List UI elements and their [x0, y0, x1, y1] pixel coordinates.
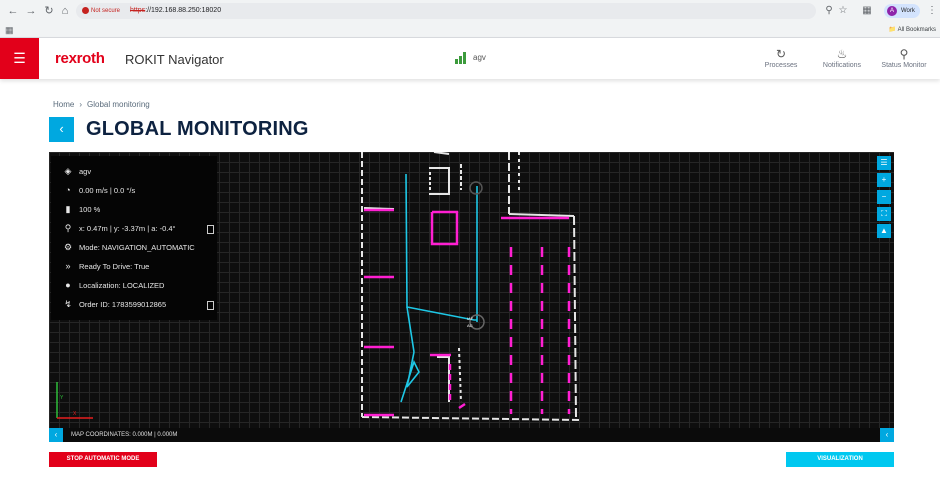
info-pose: x: 0.47m | y: -3.37m | a: -0.4° [79, 224, 176, 233]
breadcrumb-current: Global monitoring [87, 100, 150, 109]
avatar: A [887, 6, 897, 16]
app-title: ROKIT Navigator [125, 52, 224, 67]
info-order-row: ↯ Order ID: 1783599012865 [61, 297, 166, 311]
route-icon: ↯ [64, 299, 72, 309]
status-monitor-button[interactable]: ⚲ Status Monitor [874, 46, 934, 69]
notifications-button[interactable]: ♨ Notifications [812, 46, 872, 69]
page-title: GLOBAL MONITORING [86, 118, 309, 140]
compass-icon[interactable]: ▲ [877, 224, 891, 238]
collapse-right-icon[interactable]: ‹ [880, 428, 894, 442]
url-scheme: https [130, 7, 146, 14]
map-coordinates: MAP COORDINATES: 0.000M | 0.000M [71, 432, 178, 438]
brand-logo: rexroth [55, 50, 105, 67]
address-bar[interactable]: Not secure https://192.168.88.250:18020 [76, 3, 816, 19]
map-zones [364, 208, 571, 417]
signal-bars-icon [455, 52, 469, 64]
map-axes: Y X [56, 382, 93, 419]
map-canvas[interactable]: IAF AG Y X ◈ agv ◔ 0.00 m/s | 0.0 °/s ▮ 100… [49, 152, 894, 442]
robot-markers: IAF AG [467, 181, 485, 330]
processes-label: Processes [764, 62, 798, 69]
app-header: ☰ rexroth ROKIT Navigator agv ↻ Processe… [0, 38, 940, 79]
info-name-row: ◈ agv [61, 164, 92, 178]
apps-grid-icon[interactable]: ▦ [5, 25, 14, 36]
tag-icon: ◈ [64, 166, 72, 176]
gears-icon: ⚙ [63, 242, 73, 252]
info-order: Order ID: 1783599012865 [79, 300, 167, 309]
security-label: Not secure [91, 8, 121, 14]
robot-label-2: AG [467, 323, 473, 328]
zoom-icon[interactable]: ⚲ [822, 4, 836, 18]
status-monitor-label: Status Monitor [881, 62, 927, 69]
vehicle-info-panel: ◈ agv ◔ 0.00 m/s | 0.0 °/s ▮ 100 % ⚲ x: 0.47… [51, 156, 217, 320]
info-battery: 100 % [79, 205, 101, 214]
info-speed: 0.00 m/s | 0.0 °/s [79, 186, 136, 195]
copy-order-icon[interactable] [207, 301, 214, 310]
bell-icon: ♨ [836, 47, 848, 61]
location-pin-icon: ⚲ [64, 223, 72, 233]
robot-label-1: IAF [467, 316, 474, 321]
url-text[interactable]: https://192.168.88.250:18020 [130, 5, 221, 17]
battery-icon: ▮ [65, 204, 71, 214]
fit-to-screen-icon[interactable]: ⛶ [877, 207, 891, 221]
hamburger-menu-icon[interactable]: ☰ [0, 38, 39, 79]
back-arrow-icon[interactable]: ← [6, 4, 20, 18]
refresh-icon: ↻ [775, 47, 787, 61]
axis-y-label: Y [60, 395, 64, 401]
profile-chip[interactable]: A Work [884, 4, 920, 18]
profile-label: Work [901, 8, 915, 14]
warning-icon [82, 7, 89, 14]
kebab-menu-icon[interactable]: ⋮ [925, 4, 939, 18]
info-ready: Ready To Drive: True [79, 262, 150, 271]
list-icon[interactable]: ☰ [877, 156, 891, 170]
info-name: agv [79, 167, 92, 176]
extensions-icon[interactable]: ▦ [860, 4, 874, 18]
info-mode-row: ⚙ Mode: NAVIGATION_AUTOMATIC [61, 240, 195, 254]
info-battery-row: ▮ 100 % [61, 202, 101, 216]
map-walls [361, 152, 580, 421]
forward-arrow-icon[interactable]: → [24, 4, 38, 18]
vehicle-status[interactable]: agv [455, 52, 486, 64]
browser-chrome: ← → ↻ ⌂ Not secure https://192.168.88.25… [0, 0, 940, 38]
robot-path [400, 173, 478, 403]
chevron-left-icon: ‹ [59, 121, 64, 136]
axis-x-label: X [73, 411, 77, 417]
breadcrumb-home[interactable]: Home [53, 100, 74, 109]
globe-icon: ● [65, 280, 71, 290]
double-chevron-right-icon: » [65, 261, 71, 271]
reload-icon[interactable]: ↻ [42, 4, 56, 18]
info-mode: Mode: NAVIGATION_AUTOMATIC [79, 243, 195, 252]
browser-toolbar: ← → ↻ ⌂ Not secure https://192.168.88.25… [0, 0, 940, 22]
bookmarks-label: All Bookmarks [897, 27, 936, 33]
security-badge[interactable]: Not secure [82, 5, 120, 17]
star-icon[interactable]: ☆ [836, 4, 850, 18]
home-icon[interactable]: ⌂ [58, 4, 72, 18]
bookmarks-bar: ▦ 📁 All Bookmarks [0, 22, 940, 38]
notifications-label: Notifications [822, 62, 862, 69]
copy-pose-icon[interactable] [207, 225, 214, 234]
chevron-right-icon: › [79, 100, 83, 109]
all-bookmarks[interactable]: 📁 All Bookmarks [889, 25, 936, 35]
map-footer: ‹ MAP COORDINATES: 0.000M | 0.000M ‹ [49, 428, 894, 442]
speedometer-icon: ◔ [65, 185, 71, 195]
info-ready-row: » Ready To Drive: True [61, 259, 149, 273]
processes-button[interactable]: ↻ Processes [751, 46, 811, 69]
url-rest: ://192.168.88.250:18020 [145, 7, 222, 14]
info-localization-row: ● Localization: LOCALIZED [61, 278, 164, 292]
info-pose-row: ⚲ x: 0.47m | y: -3.37m | a: -0.4° [61, 221, 176, 235]
zoom-search-icon: ⚲ [899, 47, 909, 61]
map-toolbar: ☰ + − ⛶ ▲ [877, 156, 891, 241]
zoom-in-icon[interactable]: + [877, 173, 891, 187]
info-speed-row: ◔ 0.00 m/s | 0.0 °/s [61, 183, 135, 197]
zoom-out-icon[interactable]: − [877, 190, 891, 204]
breadcrumb: Home › Global monitoring [53, 100, 150, 109]
stop-automatic-mode-button[interactable]: STOP AUTOMATIC MODE [49, 452, 157, 467]
collapse-left-icon[interactable]: ‹ [49, 428, 63, 442]
info-localization: Localization: LOCALIZED [79, 281, 165, 290]
back-button[interactable]: ‹ [49, 117, 74, 142]
visualization-button[interactable]: VISUALIZATION [786, 452, 894, 467]
